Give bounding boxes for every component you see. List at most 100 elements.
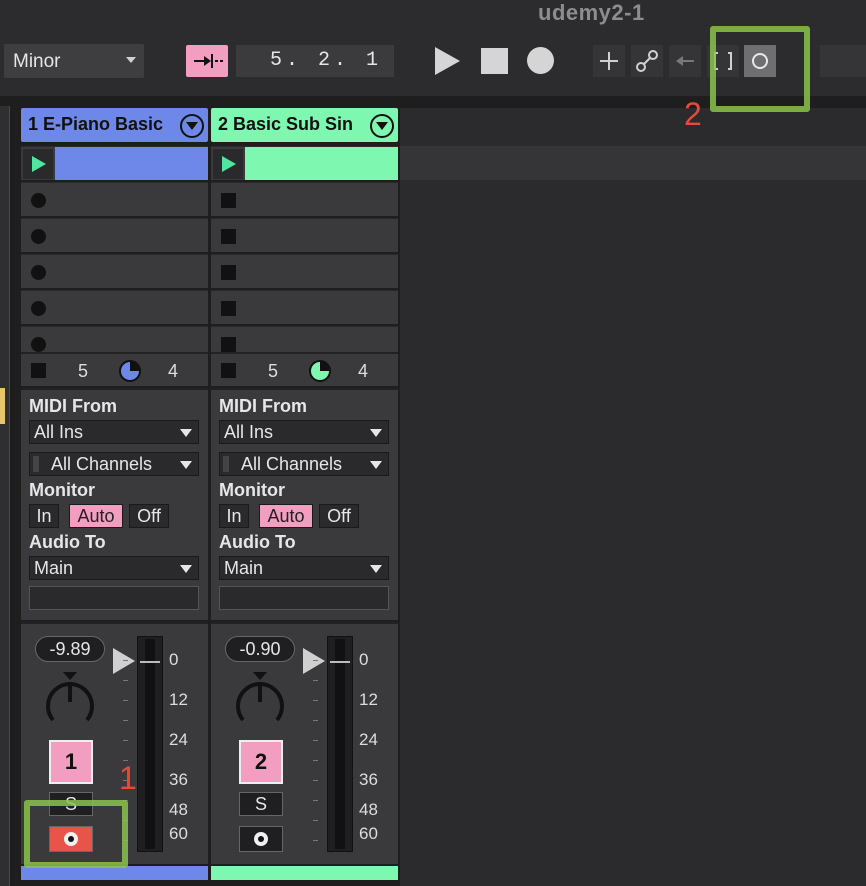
- chevron-down-icon: [180, 429, 192, 437]
- audio-to-select[interactable]: Main: [29, 556, 199, 580]
- song-position-display[interactable]: 5. 2. 1: [236, 45, 394, 77]
- window-title: udemy2-1: [538, 0, 645, 25]
- session-empty-area[interactable]: [400, 108, 866, 886]
- meter-scale-label: 24: [359, 730, 378, 749]
- clip-slot-playing[interactable]: [21, 146, 208, 180]
- solo-button[interactable]: S: [239, 792, 283, 816]
- monitor-off-button[interactable]: Off: [319, 504, 359, 528]
- add-button[interactable]: [593, 45, 625, 77]
- annotation-number-2: 2: [684, 96, 702, 132]
- clip-slot[interactable]: [211, 326, 398, 352]
- meter-scale-label: 36: [169, 770, 188, 789]
- volume-fader-meter[interactable]: [327, 636, 353, 852]
- session-scene-row[interactable]: [400, 146, 866, 180]
- record-button[interactable]: [527, 47, 554, 74]
- chevron-down-icon: [370, 429, 382, 437]
- volume-fader-meter[interactable]: [137, 636, 163, 852]
- clip-slot[interactable]: [211, 254, 398, 288]
- clip-slot[interactable]: [211, 218, 398, 252]
- left-panel-marker: [0, 388, 5, 424]
- clip-slot[interactable]: [21, 326, 208, 352]
- meter-scale-label: 60: [359, 824, 378, 843]
- annotation-box-arm: [24, 800, 128, 868]
- clip-slot[interactable]: [211, 182, 398, 216]
- clip-slot[interactable]: [21, 218, 208, 252]
- play-icon: [435, 47, 460, 75]
- record-slot-icon[interactable]: [31, 265, 46, 280]
- meter-scale-label: 48: [359, 800, 378, 819]
- meter-scale-label: 0: [169, 650, 179, 669]
- automation-link-button[interactable]: [631, 45, 663, 77]
- fold-icon[interactable]: [370, 114, 394, 138]
- monitor-label: Monitor: [29, 480, 95, 500]
- fold-icon[interactable]: [180, 114, 204, 138]
- arm-button[interactable]: [239, 826, 283, 852]
- midi-from-select[interactable]: All Ins: [29, 420, 199, 444]
- left-panel-strip[interactable]: [0, 106, 10, 886]
- monitor-auto-button[interactable]: Auto: [69, 504, 123, 528]
- track-activator-button[interactable]: 2: [239, 740, 283, 784]
- record-slot-icon[interactable]: [31, 229, 46, 244]
- stop-clips-icon[interactable]: [31, 363, 46, 378]
- track-header[interactable]: 1 E-Piano Basic: [21, 108, 208, 142]
- plus-icon: [600, 52, 618, 70]
- link-icon: [636, 50, 658, 72]
- record-slot-icon[interactable]: [31, 337, 46, 352]
- stop-clips-icon[interactable]: [221, 363, 236, 378]
- midi-from-label: MIDI From: [219, 396, 307, 416]
- midi-channel-select[interactable]: All Channels: [29, 452, 199, 476]
- stop-slot-icon[interactable]: [221, 193, 236, 208]
- pan-knob-icon[interactable]: [41, 672, 99, 732]
- clip-slot[interactable]: [21, 182, 208, 216]
- scale-select[interactable]: Minor: [4, 44, 144, 78]
- clip-slot-playing[interactable]: [211, 146, 398, 180]
- clip-slot[interactable]: [211, 290, 398, 324]
- stop-row-left-number: 5: [268, 361, 279, 381]
- track-2: 2 Basic Sub Sin 5 4 MIDI From All Ins Al…: [211, 108, 398, 886]
- channel-bar-icon: [33, 456, 39, 472]
- monitor-in-button[interactable]: In: [219, 504, 249, 528]
- track-1: 1 E-Piano Basic 5 4 MIDI From All Ins Al…: [21, 108, 208, 886]
- volume-display[interactable]: -0.90: [225, 636, 295, 662]
- toolbar-extra-box[interactable]: [820, 45, 866, 77]
- meter-scale-label: 36: [359, 770, 378, 789]
- monitor-in-button[interactable]: In: [29, 504, 59, 528]
- back-to-arrangement-button[interactable]: [669, 45, 701, 77]
- track-header[interactable]: 2 Basic Sub Sin: [211, 108, 398, 142]
- follow-arrow-icon: [194, 54, 223, 68]
- clip[interactable]: [55, 147, 208, 180]
- follow-button[interactable]: [186, 45, 228, 77]
- audio-to-value: Main: [224, 558, 264, 578]
- stop-button[interactable]: [481, 48, 508, 74]
- stop-row-right-number: 4: [168, 361, 179, 381]
- play-icon[interactable]: [23, 149, 53, 179]
- track-activator-button[interactable]: 1: [49, 740, 93, 784]
- audio-to-sub-select[interactable]: [29, 586, 199, 610]
- audio-to-label: Audio To: [29, 532, 106, 552]
- midi-from-select[interactable]: All Ins: [219, 420, 389, 444]
- pan-knob-icon[interactable]: [231, 672, 289, 732]
- stop-slot-icon[interactable]: [221, 229, 236, 244]
- track-name: 2 Basic Sub Sin: [218, 114, 354, 134]
- midi-channel-select[interactable]: All Channels: [219, 452, 389, 476]
- clip-slot[interactable]: [21, 254, 208, 288]
- channel-bar-icon: [223, 456, 229, 472]
- volume-display[interactable]: -9.89: [35, 636, 105, 662]
- clip-slot[interactable]: [21, 290, 208, 324]
- record-slot-icon[interactable]: [31, 193, 46, 208]
- audio-to-sub-select[interactable]: [219, 586, 389, 610]
- play-button[interactable]: [432, 46, 462, 76]
- monitor-auto-button[interactable]: Auto: [259, 504, 313, 528]
- clip[interactable]: [245, 147, 398, 180]
- monitor-off-button[interactable]: Off: [129, 504, 169, 528]
- stop-slot-icon[interactable]: [221, 337, 236, 352]
- record-slot-icon[interactable]: [31, 301, 46, 316]
- stop-slot-icon[interactable]: [221, 301, 236, 316]
- play-icon[interactable]: [213, 149, 243, 179]
- chevron-down-icon: [370, 461, 382, 469]
- stop-row-left-number: 5: [78, 361, 89, 381]
- mixer-section: -0.90 2 S 0 12 24 36 48 60: [211, 622, 398, 864]
- audio-to-select[interactable]: Main: [219, 556, 389, 580]
- chevron-down-icon: [180, 565, 192, 573]
- stop-slot-icon[interactable]: [221, 265, 236, 280]
